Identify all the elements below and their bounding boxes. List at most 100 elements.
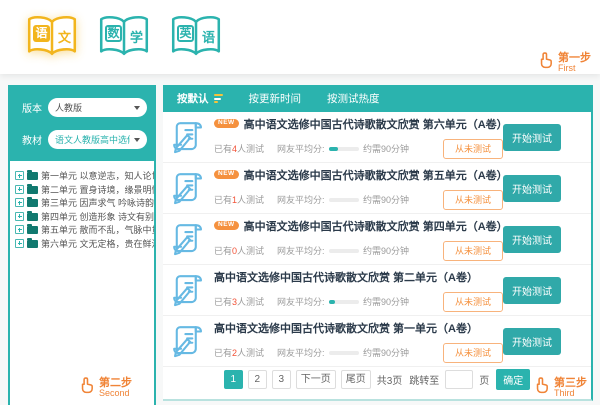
folder-icon <box>27 240 38 248</box>
chevron-down-icon <box>134 106 140 110</box>
tested-count-text: 已有0人测试 <box>214 244 264 257</box>
never-tested-button[interactable]: 从未测试 <box>443 343 503 363</box>
unit-label: 第一单元 以意逆志，知人论世 <box>41 169 154 182</box>
folder-icon <box>27 213 38 221</box>
sort-tab-label: 按更新时间 <box>249 91 302 106</box>
test-info: NEW 高中语文选修中国古代诗歌散文欣赏 第六单元（A卷） 已有4人测试 网友平… <box>214 116 503 159</box>
sort-bar: 按默认 按更新时间 按测试热度 <box>163 85 591 112</box>
tested-count-text: 已有2人测试 <box>214 346 264 359</box>
scroll-pen-icon <box>169 169 207 207</box>
version-value: 人教版 <box>55 101 82 114</box>
average-score-label: 网友平均分: <box>277 346 325 359</box>
unit-label: 第三单元 因声求气 吟咏诗韵 <box>41 196 154 209</box>
average-progress-fill <box>329 300 336 304</box>
expand-plus-icon[interactable] <box>15 171 24 180</box>
folder-icon <box>27 172 38 180</box>
test-row: 高中语文选修中国古代诗歌散文欣赏 第二单元（A卷） 已有3人测试 网友平均分: … <box>163 265 591 316</box>
page-unit-label: 页 <box>479 372 489 387</box>
page-button-1[interactable]: 1 <box>224 370 243 389</box>
unit-tree-item[interactable]: 第六单元 文无定格，贵在鲜活 <box>15 237 154 251</box>
last-page-button[interactable]: 尾页 <box>341 370 371 389</box>
start-test-button[interactable]: 开始测试 <box>503 277 561 304</box>
new-badge: NEW <box>214 119 239 129</box>
scroll-pen-icon <box>169 118 207 156</box>
test-title: 高中语文选修中国古代诗歌散文欣赏 第六单元（A卷） <box>244 116 508 132</box>
version-select[interactable]: 人教版 <box>48 98 147 117</box>
test-list-panel: 按默认 按更新时间 按测试热度 NEW 高中语文选修中国古代诗歌散文欣赏 第六单… <box>163 85 593 401</box>
sort-tab-default[interactable]: 按默认 <box>177 91 223 106</box>
unit-tree-item[interactable]: 第一单元 以意逆志，知人论世 <box>15 169 154 183</box>
page-button-2[interactable]: 2 <box>248 370 267 389</box>
header: 语 文 数 学 英 语 <box>0 0 600 74</box>
pointing-hand-icon <box>534 376 551 400</box>
expand-plus-icon[interactable] <box>15 225 24 234</box>
average-score-label: 网友平均分: <box>277 295 325 308</box>
scroll-pen-icon <box>169 220 207 258</box>
test-row: NEW 高中语文选修中国古代诗歌散文欣赏 第五单元（A卷） 已有1人测试 网友平… <box>163 163 591 214</box>
folder-icon <box>27 186 38 194</box>
sort-tab-label: 按测试热度 <box>327 91 380 106</box>
average-score-bar <box>329 300 359 304</box>
folder-icon <box>27 199 38 207</box>
confirm-button[interactable]: 确定 <box>496 369 530 390</box>
test-row: NEW 高中语文选修中国古代诗歌散文欣赏 第六单元（A卷） 已有4人测试 网友平… <box>163 112 591 163</box>
test-row: 高中语文选修中国古代诗歌散文欣赏 第一单元（A卷） 已有2人测试 网友平均分: … <box>163 316 591 367</box>
next-page-button[interactable]: 下一页 <box>296 370 336 389</box>
start-test-button[interactable]: 开始测试 <box>503 175 561 202</box>
unit-tree-item[interactable]: 第三单元 因声求气 吟咏诗韵 <box>15 196 154 210</box>
total-pages-text: 共3页 <box>377 372 403 387</box>
expand-plus-icon[interactable] <box>15 239 24 248</box>
pagination: 1 2 3 下一页 尾页 共3页 跳转至 页 确定 <box>163 369 591 390</box>
subject-tab-english[interactable]: 英 语 <box>169 14 223 60</box>
jump-to-label: 跳转至 <box>409 372 439 387</box>
average-score-label: 网友平均分: <box>277 244 325 257</box>
start-test-button[interactable]: 开始测试 <box>503 124 561 151</box>
unit-tree-item[interactable]: 第二单元 置身诗境，缘景明情 <box>15 183 154 197</box>
duration-text: 约需90分钟 <box>363 346 409 359</box>
sidebar: 版本 人教版 教材 语文人教版高中选修 第一单元 以意逆志，知人论世 第二单元 … <box>8 85 156 405</box>
start-test-button[interactable]: 开始测试 <box>503 226 561 253</box>
sidebar-filters: 版本 人教版 教材 语文人教版高中选修 <box>10 87 154 161</box>
material-value: 语文人教版高中选修 <box>55 133 130 146</box>
never-tested-button[interactable]: 从未测试 <box>443 241 503 261</box>
duration-text: 约需90分钟 <box>363 142 409 155</box>
unit-label: 第六单元 文无定格，贵在鲜活 <box>41 237 154 250</box>
chevron-down-icon <box>134 138 140 142</box>
unit-label: 第二单元 置身诗境，缘景明情 <box>41 183 154 196</box>
step-two-label: 第二步Second <box>79 376 132 400</box>
test-info: NEW 高中语文选修中国古代诗歌散文欣赏 第五单元（A卷） 已有1人测试 网友平… <box>214 167 503 210</box>
test-title: 高中语文选修中国古代诗歌散文欣赏 第一单元（A卷） <box>214 320 478 336</box>
start-test-button[interactable]: 开始测试 <box>503 328 561 355</box>
sort-bars-icon <box>214 94 223 103</box>
step-three-label: 第三步Third <box>534 376 587 400</box>
never-tested-button[interactable]: 从未测试 <box>443 190 503 210</box>
unit-label: 第五单元 散而不乱，气脉中贯 <box>41 223 154 236</box>
new-badge: NEW <box>214 170 239 180</box>
tested-count-text: 已有4人测试 <box>214 142 264 155</box>
pointing-hand-icon <box>79 376 96 400</box>
material-select[interactable]: 语文人教版高中选修 <box>48 130 147 149</box>
never-tested-button[interactable]: 从未测试 <box>443 292 503 312</box>
subject-tab-chinese[interactable]: 语 文 <box>25 14 79 60</box>
pointing-hand-icon <box>538 51 555 75</box>
expand-plus-icon[interactable] <box>15 185 24 194</box>
expand-plus-icon[interactable] <box>15 198 24 207</box>
page-button-3[interactable]: 3 <box>272 370 291 389</box>
unit-tree: 第一单元 以意逆志，知人论世 第二单元 置身诗境，缘景明情 第三单元 因声求气 … <box>10 161 154 250</box>
test-info: 高中语文选修中国古代诗歌散文欣赏 第二单元（A卷） 已有3人测试 网友平均分: … <box>214 269 503 312</box>
sort-tab-update-time[interactable]: 按更新时间 <box>249 91 302 106</box>
never-tested-button[interactable]: 从未测试 <box>443 139 503 159</box>
subject-tab-math[interactable]: 数 学 <box>97 14 151 60</box>
average-score-label: 网友平均分: <box>277 193 325 206</box>
scroll-pen-icon <box>169 322 207 360</box>
test-title: 高中语文选修中国古代诗歌散文欣赏 第四单元（A卷） <box>244 218 508 234</box>
test-title: 高中语文选修中国古代诗歌散文欣赏 第五单元（A卷） <box>244 167 508 183</box>
expand-plus-icon[interactable] <box>15 212 24 221</box>
version-label: 版本 <box>22 100 42 115</box>
sort-tab-popularity[interactable]: 按测试热度 <box>327 91 380 106</box>
subject-char: 语 <box>33 25 50 42</box>
unit-tree-item[interactable]: 第五单元 散而不乱，气脉中贯 <box>15 223 154 237</box>
goto-page-input[interactable] <box>445 370 473 389</box>
test-info: NEW 高中语文选修中国古代诗歌散文欣赏 第四单元（A卷） 已有0人测试 网友平… <box>214 218 503 261</box>
unit-tree-item[interactable]: 第四单元 创造形象 诗文有别 <box>15 210 154 224</box>
